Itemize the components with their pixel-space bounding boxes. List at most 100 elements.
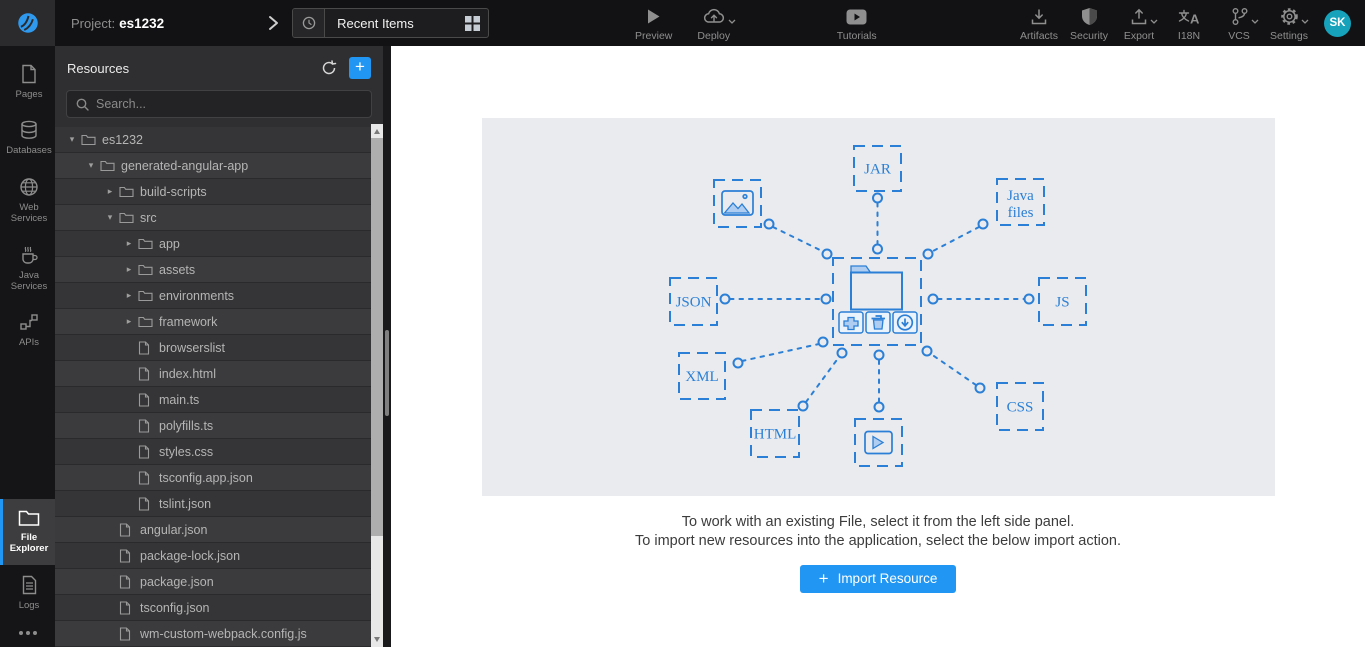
- wavemaker-logo[interactable]: [0, 0, 55, 46]
- project-name: es1232: [119, 15, 165, 31]
- tree-item-index.html[interactable]: index.html: [55, 361, 371, 387]
- folder-icon: [138, 315, 158, 328]
- folder-icon: [18, 510, 40, 526]
- sidebar-item-web-services[interactable]: Web Services: [0, 167, 55, 235]
- more-options-icon[interactable]: [0, 621, 55, 647]
- panel-divider[interactable]: [383, 46, 391, 647]
- caret-down-icon: [1301, 11, 1309, 29]
- i18n-button[interactable]: A I18N: [1166, 1, 1212, 46]
- export-button[interactable]: Export: [1116, 1, 1162, 46]
- project-indicator[interactable]: Project: es1232: [71, 16, 164, 31]
- tree-item-tsconfig.app.json[interactable]: tsconfig.app.json: [55, 465, 371, 491]
- caret-right-icon[interactable]: ▸: [101, 186, 119, 197]
- caret-right-icon[interactable]: ▸: [120, 290, 138, 301]
- video-tutorials-icon: [846, 7, 867, 27]
- page-icon: [22, 64, 36, 84]
- tree-item-label: src: [140, 210, 157, 225]
- wave-logo-icon: [17, 13, 38, 33]
- tutorials-button[interactable]: Tutorials: [833, 1, 881, 46]
- tree-item-app[interactable]: ▸ app: [55, 231, 371, 257]
- cloud-upload-icon: [702, 7, 736, 27]
- panel-title: Resources: [67, 60, 130, 76]
- sidebar-item-label: Logs: [18, 599, 40, 611]
- tree-item-label: polyfills.ts: [159, 418, 214, 433]
- tree-item-wm-custom-webpack.config.js[interactable]: wm-custom-webpack.config.js: [55, 621, 371, 647]
- file-types-diagram: JAR Java files JSON JS XML CSS HTML: [668, 145, 1087, 467]
- tree-item-package.json[interactable]: package.json: [55, 569, 371, 595]
- caret-down-icon: [728, 11, 736, 29]
- jar-label: JAR: [864, 162, 891, 178]
- tree-item-environments[interactable]: ▸ environments: [55, 283, 371, 309]
- file-icon: [119, 626, 139, 641]
- user-avatar[interactable]: SK: [1324, 9, 1351, 37]
- html-label: HTML: [753, 427, 796, 443]
- scroll-down-icon[interactable]: [374, 637, 380, 642]
- tree-item-tslint.json[interactable]: tslint.json: [55, 491, 371, 517]
- caret-down-icon[interactable]: ▾: [63, 134, 81, 145]
- settings-label: Settings: [1270, 29, 1308, 42]
- tree-scrollbar[interactable]: [371, 124, 383, 647]
- tree-item-tsconfig.json[interactable]: tsconfig.json: [55, 595, 371, 621]
- file-icon: [138, 366, 158, 381]
- sidebar-item-java-services[interactable]: Java Services: [0, 235, 55, 303]
- import-diagram-panel: JAR Java files JSON JS XML CSS HTML: [481, 118, 1275, 496]
- tree-item-label: angular.json: [140, 522, 208, 537]
- caret-down-icon: [1150, 11, 1158, 29]
- sidebar-item-databases[interactable]: Databases: [0, 110, 55, 166]
- tree-item-main.ts[interactable]: main.ts: [55, 387, 371, 413]
- central-folder-node: [831, 257, 922, 346]
- git-branch-icon: [1230, 7, 1258, 27]
- caret-down-icon[interactable]: ▾: [101, 212, 119, 223]
- tree-item-label: assets: [159, 262, 196, 277]
- tree-item-assets[interactable]: ▸ assets: [55, 257, 371, 283]
- css-label: CSS: [1006, 400, 1033, 416]
- vcs-button[interactable]: VCS: [1216, 1, 1262, 46]
- tree-item-label: es1232: [102, 132, 144, 147]
- divider-scroll-thumb[interactable]: [385, 330, 389, 416]
- tree-item-styles.css[interactable]: styles.css: [55, 439, 371, 465]
- recent-items-dropdown[interactable]: Recent Items: [292, 8, 489, 38]
- import-instructions: To work with an existing File, select it…: [391, 513, 1365, 551]
- tree-item-polyfills.ts[interactable]: polyfills.ts: [55, 413, 371, 439]
- sidebar-item-label: Pages: [15, 89, 43, 100]
- caret-right-icon[interactable]: ▸: [120, 238, 138, 249]
- deploy-button[interactable]: Deploy: [691, 1, 737, 46]
- sidebar-item-apis[interactable]: APIs: [0, 302, 55, 358]
- import-resource-button[interactable]: + Import Resource: [799, 565, 957, 593]
- sidebar-item-pages[interactable]: Pages: [0, 54, 55, 110]
- instruction-line-1: To work with an existing File, select it…: [681, 514, 1075, 530]
- grid-view-icon[interactable]: [458, 15, 488, 31]
- caret-down-icon[interactable]: ▾: [82, 160, 100, 171]
- preview-button[interactable]: Preview: [631, 1, 677, 46]
- tree-item-package-lock.json[interactable]: package-lock.json: [55, 543, 371, 569]
- folder-icon: [119, 211, 139, 224]
- folder-icon: [138, 263, 158, 276]
- scroll-up-icon[interactable]: [374, 129, 380, 134]
- settings-button[interactable]: Settings: [1266, 1, 1312, 46]
- add-resource-button[interactable]: +: [349, 57, 371, 79]
- security-label: Security: [1070, 29, 1108, 42]
- caret-right-icon[interactable]: ▸: [120, 264, 138, 275]
- tree-item-build-scripts[interactable]: ▸ build-scripts: [55, 179, 371, 205]
- tutorials-label: Tutorials: [836, 29, 877, 42]
- security-button[interactable]: Security: [1066, 1, 1112, 46]
- refresh-icon[interactable]: [321, 60, 337, 76]
- sidebar-item-file-explorer[interactable]: File Explorer: [0, 498, 55, 565]
- tree-item-label: tsconfig.json: [140, 600, 210, 615]
- tree-item-angular.json[interactable]: angular.json: [55, 517, 371, 543]
- scrollbar-thumb[interactable]: [371, 138, 383, 536]
- tree-item-label: app: [159, 236, 180, 251]
- chevron-right-icon[interactable]: [266, 14, 280, 32]
- tree-item-es1232[interactable]: ▾ es1232: [55, 127, 371, 153]
- tree-item-browserslist[interactable]: browserslist: [55, 335, 371, 361]
- tree-item-framework[interactable]: ▸ framework: [55, 309, 371, 335]
- sidebar-item-logs[interactable]: Logs: [0, 565, 55, 621]
- tree-item-src[interactable]: ▾ src: [55, 205, 371, 231]
- java-files-label-1: Java: [1007, 188, 1034, 204]
- tree-item-label: package-lock.json: [140, 548, 241, 563]
- caret-right-icon[interactable]: ▸: [120, 316, 138, 327]
- search-input[interactable]: [96, 97, 362, 111]
- tree-item-generated-angular-app[interactable]: ▾ generated-angular-app: [55, 153, 371, 179]
- sidebar-item-label: Java Services: [10, 269, 48, 292]
- artifacts-button[interactable]: Artifacts: [1016, 1, 1062, 46]
